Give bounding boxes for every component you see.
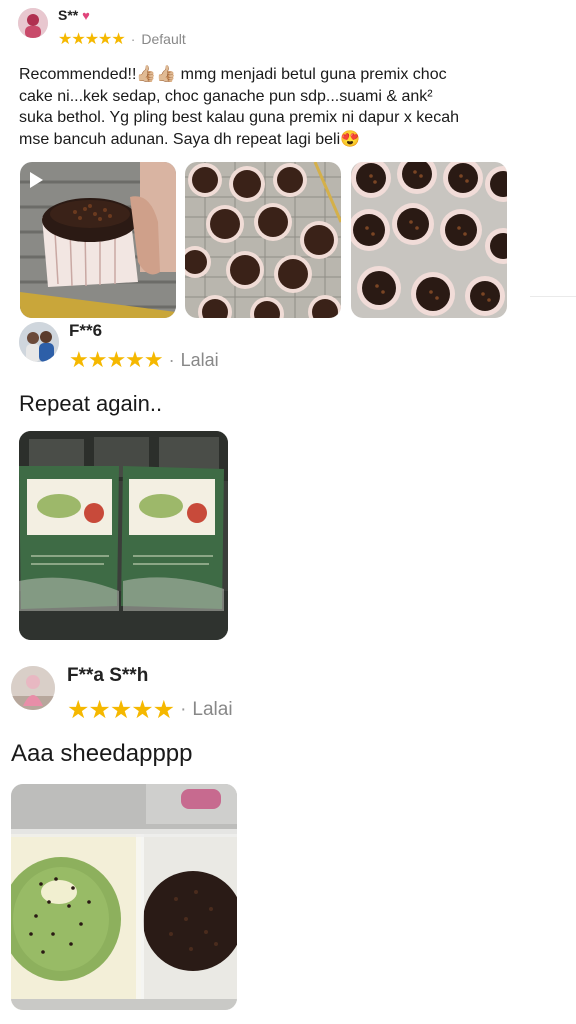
review-text: Recommended!!👍🏼👍🏼 mmg menjadi betul guna… xyxy=(19,64,564,150)
review-text-line: Recommended!!👍🏼👍🏼 mmg menjadi betul guna… xyxy=(19,66,447,83)
rating-row: ★★★★★ · Lalai xyxy=(67,695,233,725)
review-photo[interactable] xyxy=(19,431,228,640)
review-photo[interactable] xyxy=(185,162,341,318)
rating-row: ★★★★★ · Default xyxy=(58,29,186,49)
cupcake-photo xyxy=(20,162,176,318)
reviewer-name-text: S** xyxy=(58,7,79,23)
star-rating: ★★★★★ xyxy=(67,696,175,724)
variant-label: Lalai xyxy=(192,699,233,720)
reviewer-name[interactable]: F**a S**h xyxy=(67,666,233,685)
heart-icon: ♥ xyxy=(82,8,90,23)
separator-dot: · xyxy=(180,699,187,720)
separator-dot: · xyxy=(168,349,175,370)
premix-packets-photo xyxy=(19,431,228,640)
play-icon[interactable] xyxy=(30,172,43,188)
star-rating: ★★★★★ xyxy=(58,31,126,48)
review-text-line: suka bethol. Yg pling best kalau guna pr… xyxy=(19,109,459,126)
reviewer-name[interactable]: S** ♥ xyxy=(58,8,186,23)
divider xyxy=(530,296,576,297)
avatar[interactable] xyxy=(11,666,55,710)
avatar[interactable] xyxy=(19,322,59,362)
review-video-thumbnail[interactable] xyxy=(20,162,176,318)
review-1-header: S** ♥ ★★★★★ · Default xyxy=(18,8,186,49)
variant-label: Lalai xyxy=(180,349,219,370)
review-photo[interactable] xyxy=(11,784,237,1010)
review-text-line: cake ni...kek sedap, choc ganache pun sd… xyxy=(19,87,433,105)
review-text-line: mse bancuh adunan. Saya dh repeat lagi b… xyxy=(19,130,361,148)
avatar[interactable] xyxy=(18,8,48,38)
reviewer-name[interactable]: F**6 xyxy=(69,322,219,339)
separator-dot: · xyxy=(130,31,136,47)
cupcakes-tray-photo xyxy=(351,162,507,318)
variant-label: Default xyxy=(141,31,186,47)
review-3-header: F**a S**h ★★★★★ · Lalai xyxy=(11,666,233,725)
review-photo[interactable] xyxy=(351,162,507,318)
cupcakes-rack-photo xyxy=(185,162,341,318)
rating-row: ★★★★★ · Lalai xyxy=(69,347,219,373)
star-rating: ★★★★★ xyxy=(69,347,164,372)
review-text: Repeat again.. xyxy=(19,391,163,416)
review-2-header: F**6 ★★★★★ · Lalai xyxy=(19,322,219,373)
review-text: Aaa sheedapppp xyxy=(11,740,193,767)
cakes-in-containers-photo xyxy=(11,784,237,1010)
